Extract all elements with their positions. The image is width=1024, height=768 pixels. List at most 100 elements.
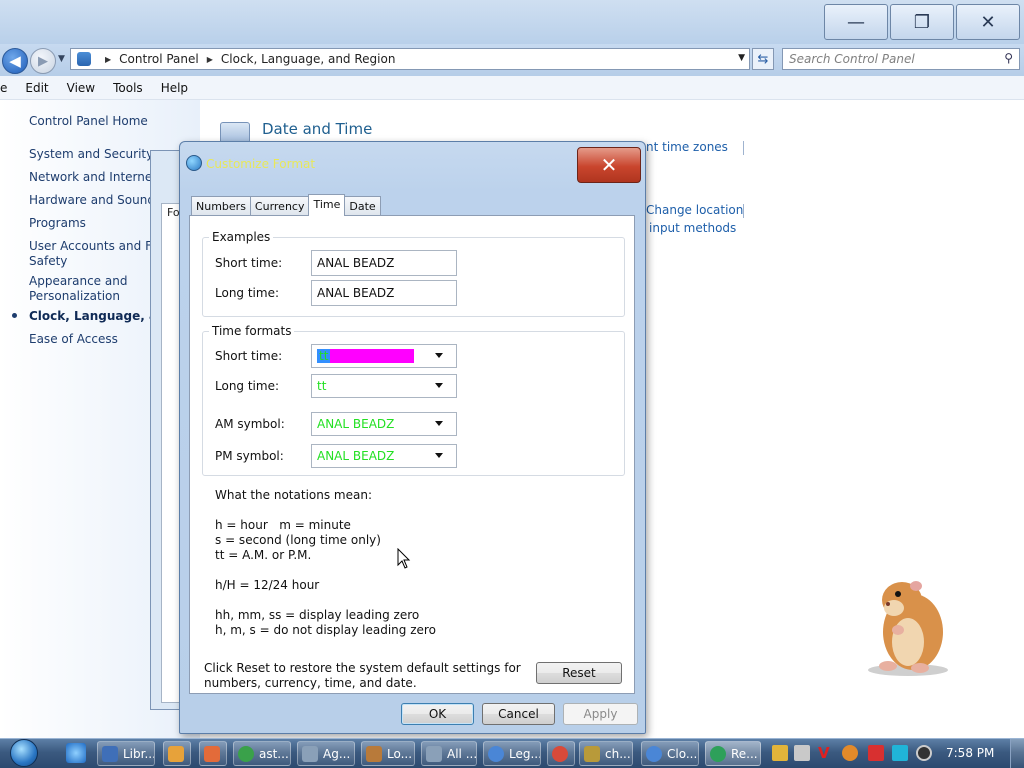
hamster-mascot-icon xyxy=(868,581,948,676)
long-time-combo[interactable]: tt xyxy=(311,374,457,398)
taskbar-item-picasa[interactable] xyxy=(547,741,575,766)
nav-appearance-line2[interactable]: Personalization xyxy=(29,289,120,304)
taskbar-item-lo[interactable]: Lo... xyxy=(361,741,415,766)
refresh-icon[interactable]: ⇆ xyxy=(752,48,774,70)
nav-control-panel-home[interactable]: Control Panel Home xyxy=(29,114,148,129)
region-dialog-tab[interactable]: Fo xyxy=(167,206,180,219)
menu-tools[interactable]: Tools xyxy=(113,81,143,95)
forward-arrow-icon[interactable]: ▶ xyxy=(30,48,56,74)
examples-short-time-field: ANAL BEADZ xyxy=(311,250,457,276)
chevron-down-icon[interactable] xyxy=(435,353,443,358)
long-time-label: Long time: xyxy=(215,379,280,393)
reset-info-line2: numbers, currency, time, and date. xyxy=(204,676,417,690)
taskbar-item-media[interactable] xyxy=(163,741,191,766)
breadcrumb-control-panel[interactable]: Control Panel xyxy=(119,52,199,66)
search-icon[interactable]: ⚲ xyxy=(1004,51,1013,65)
nav-programs[interactable]: Programs xyxy=(29,216,86,231)
link-change-location[interactable]: Change location xyxy=(646,203,743,217)
taskbar-item-chrome[interactable]: ast... xyxy=(233,741,291,766)
back-arrow-icon[interactable]: ◀ xyxy=(2,48,28,74)
window-icon xyxy=(426,745,442,762)
tray-flag-icon[interactable] xyxy=(868,745,884,761)
show-desktop-button[interactable] xyxy=(1010,739,1024,768)
game-icon xyxy=(366,745,382,762)
taskbar-item-ch[interactable]: ch... xyxy=(579,741,633,766)
taskbar-item-region[interactable]: Re... xyxy=(705,741,761,766)
taskbar-label: Libr... xyxy=(123,746,155,761)
tray-search-icon[interactable] xyxy=(842,745,858,761)
chevron-down-icon[interactable] xyxy=(435,453,443,458)
notation-12-24: h/H = 12/24 hour xyxy=(215,578,320,592)
examples-group-title: Examples xyxy=(209,230,274,244)
tray-v-icon[interactable]: V xyxy=(818,745,834,761)
link-time-zones[interactable]: nt time zones xyxy=(646,140,728,154)
long-time-value[interactable]: tt xyxy=(317,379,326,393)
tab-date[interactable]: Date xyxy=(344,196,381,216)
short-time-value[interactable]: tt xyxy=(317,349,331,363)
nav-hardware-sound[interactable]: Hardware and Sound xyxy=(29,193,155,208)
start-button[interactable] xyxy=(4,739,46,767)
taskbar-item-libraries[interactable]: Libr... xyxy=(97,741,155,766)
address-bar[interactable]: ▶ Control Panel ▶ Clock, Language, and R… xyxy=(70,48,750,70)
tab-numbers[interactable]: Numbers xyxy=(191,196,251,216)
ie-icon[interactable] xyxy=(66,743,86,763)
minimize-button[interactable]: — xyxy=(824,4,888,40)
restore-button[interactable]: ❐ xyxy=(890,4,954,40)
chevron-right-icon[interactable]: ▶ xyxy=(105,55,111,64)
nav-user-accounts[interactable]: User Accounts and Fan xyxy=(29,239,166,254)
tray-volume-icon[interactable] xyxy=(916,745,932,761)
menu-view[interactable]: View xyxy=(67,81,95,95)
reset-button[interactable]: Reset xyxy=(536,662,622,684)
tray-monitor-icon[interactable] xyxy=(892,745,908,761)
taskbar-clock[interactable]: 7:58 PM xyxy=(946,746,994,760)
menu-edit[interactable]: Edit xyxy=(25,81,48,95)
close-window-button[interactable]: ✕ xyxy=(956,4,1020,40)
tab-time[interactable]: Time xyxy=(308,194,346,216)
taskbar-label: ast... xyxy=(259,746,289,761)
ok-button[interactable]: OK xyxy=(401,703,474,725)
date-time-heading[interactable]: Date and Time xyxy=(262,120,372,138)
link-input-methods[interactable]: input methods xyxy=(649,221,736,235)
taskbar-label: All ... xyxy=(447,746,477,761)
nav-network-internet[interactable]: Network and Internet xyxy=(29,170,157,185)
dialog-close-button[interactable]: ✕ xyxy=(577,147,641,183)
nav-user-accounts-line2[interactable]: Safety xyxy=(29,254,67,269)
taskbar-item-all[interactable]: All ... xyxy=(421,741,477,766)
folder-icon xyxy=(102,745,118,762)
picasa-icon xyxy=(552,745,568,762)
nav-appearance[interactable]: Appearance and xyxy=(29,274,127,289)
taskbar-label: Re... xyxy=(731,746,758,761)
taskbar-label: ch... xyxy=(605,746,631,761)
nav-system-security[interactable]: System and Security xyxy=(29,147,153,162)
mouse-cursor-icon xyxy=(397,548,411,569)
address-dropdown-icon[interactable]: ▼ xyxy=(738,53,745,63)
menu-help[interactable]: Help xyxy=(161,81,188,95)
short-time-label: Short time: xyxy=(215,349,283,363)
chevron-right-icon[interactable]: ▶ xyxy=(207,55,213,64)
chevron-down-icon[interactable] xyxy=(435,421,443,426)
time-formats-group-title: Time formats xyxy=(209,324,295,338)
apply-button[interactable]: Apply xyxy=(563,703,638,725)
history-dropdown-icon[interactable]: ▼ xyxy=(58,54,65,64)
taskbar-item-clock[interactable]: Clo... xyxy=(641,741,699,766)
am-symbol-value[interactable]: ANAL BEADZ xyxy=(317,417,394,431)
search-input[interactable]: Search Control Panel ⚲ xyxy=(782,48,1020,70)
am-symbol-combo[interactable]: ANAL BEADZ xyxy=(311,412,457,436)
app-icon xyxy=(204,745,220,762)
taskbar-item-ag[interactable]: Ag... xyxy=(297,741,355,766)
taskbar-item-app[interactable] xyxy=(199,741,227,766)
chevron-down-icon[interactable] xyxy=(435,383,443,388)
short-time-combo[interactable]: tt xyxy=(311,344,457,368)
tray-app-icon[interactable] xyxy=(794,745,810,761)
menu-file[interactable]: e xyxy=(0,81,7,95)
nav-ease-of-access[interactable]: Ease of Access xyxy=(29,332,118,347)
pm-symbol-value[interactable]: ANAL BEADZ xyxy=(317,449,394,463)
pm-symbol-combo[interactable]: ANAL BEADZ xyxy=(311,444,457,468)
breadcrumb-clock-language-region[interactable]: Clock, Language, and Region xyxy=(221,52,396,66)
tray-arrow-icon[interactable] xyxy=(772,745,788,761)
cancel-button[interactable]: Cancel xyxy=(482,703,555,725)
media-player-icon xyxy=(168,745,184,762)
taskbar-item-leg[interactable]: Leg... xyxy=(483,741,541,766)
tab-currency[interactable]: Currency xyxy=(249,196,310,216)
customize-format-dialog: Customize Format ✕ Numbers Currency Time… xyxy=(179,141,646,734)
